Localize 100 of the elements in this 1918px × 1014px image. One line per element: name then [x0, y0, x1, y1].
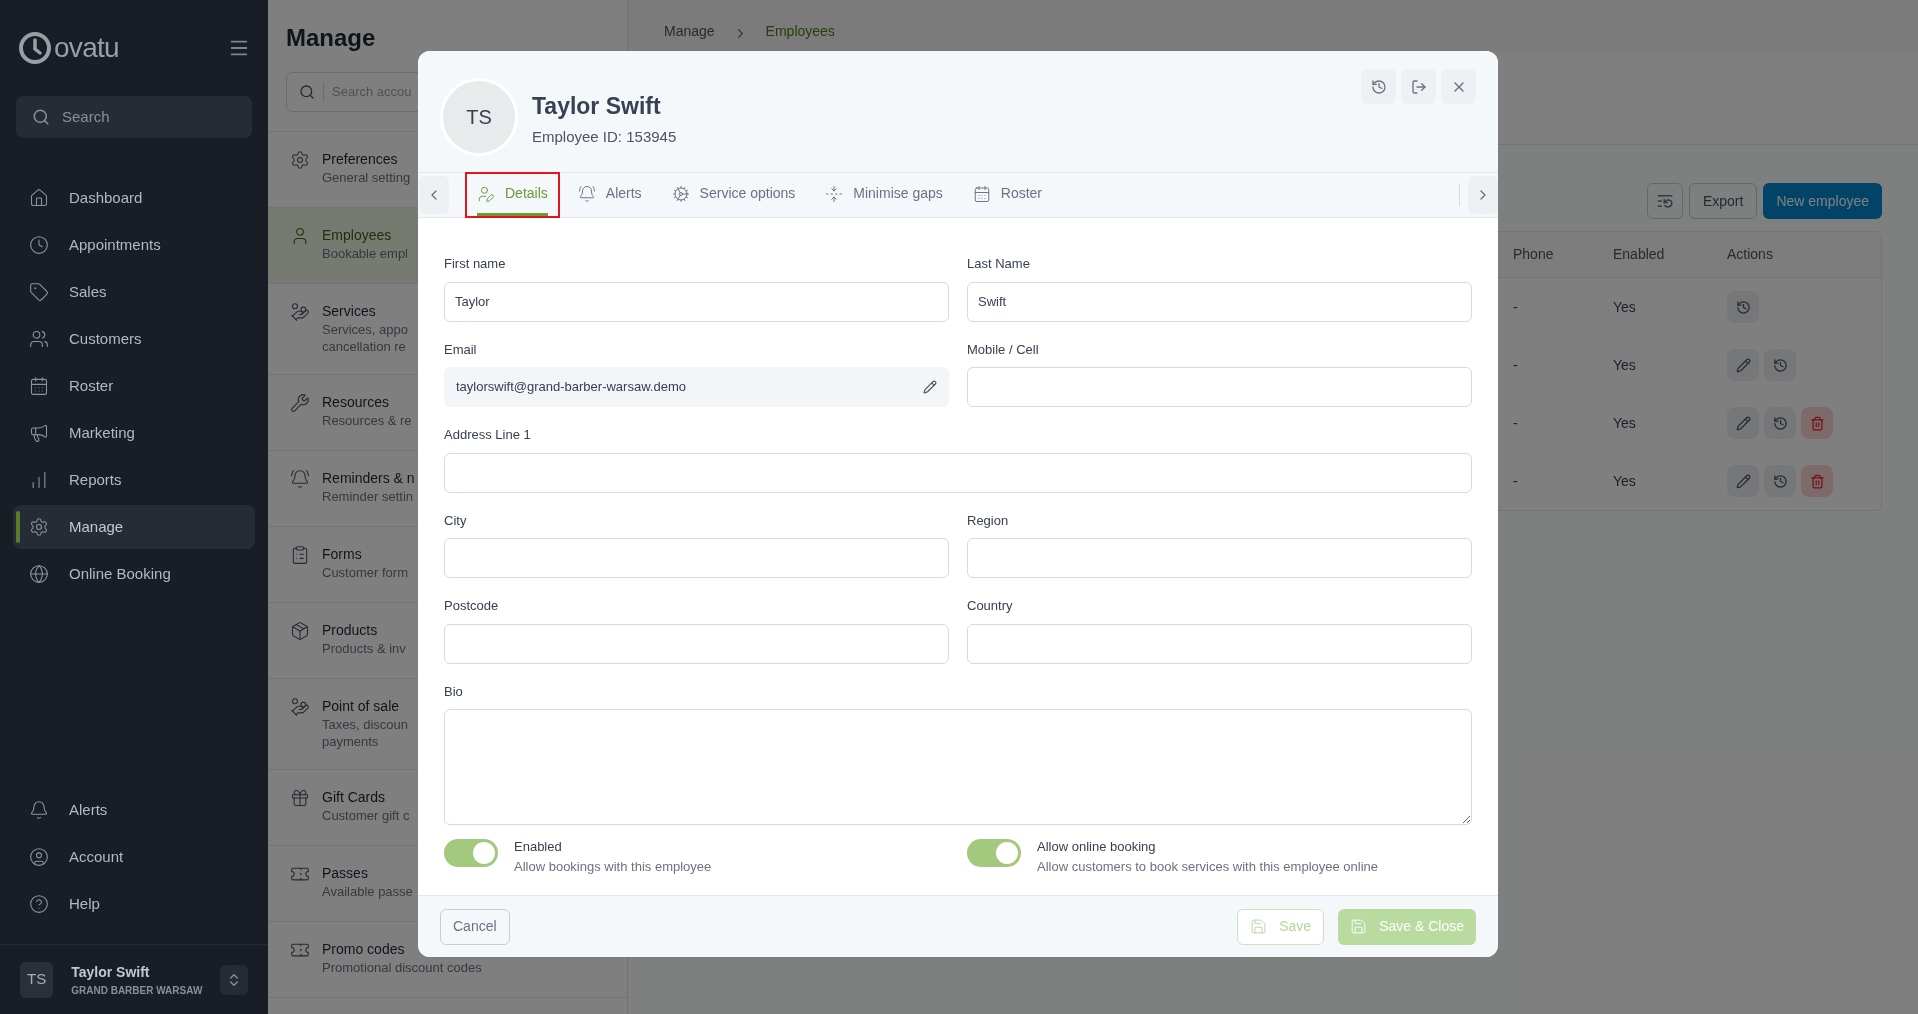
nav-item[interactable]: Alerts — [13, 788, 255, 832]
item-description: Available passe — [322, 883, 413, 900]
export-button[interactable]: Export — [1688, 183, 1758, 219]
search-icon — [32, 108, 50, 126]
input-field[interactable] — [967, 623, 1472, 664]
item-title: Products — [322, 621, 379, 640]
breadcrumb-current: Employees — [765, 22, 835, 41]
reorder-icon — [1655, 192, 1674, 210]
field-label: Country — [967, 597, 1014, 615]
history-icon — [1772, 415, 1788, 431]
item-title: Resources — [322, 393, 390, 412]
tab[interactable]: Service options — [659, 172, 808, 218]
search-field[interactable]: Search — [16, 96, 252, 138]
input-field[interactable]: Swift — [967, 281, 1472, 322]
bio-field[interactable] — [444, 709, 1472, 825]
nav-item[interactable]: Help — [13, 882, 255, 926]
house-icon — [29, 188, 49, 208]
nav-item[interactable]: Appointments — [13, 223, 255, 267]
pencil-icon[interactable] — [923, 380, 937, 394]
user-name: Taylor Swift — [71, 962, 151, 982]
item-description: payments — [322, 733, 380, 750]
search-icon — [299, 84, 315, 100]
email-field[interactable]: taylorswift@grand-barber-warsaw.demo — [444, 367, 949, 407]
help-icon — [29, 894, 49, 914]
tag-icon — [29, 282, 49, 302]
item-title: Reminders & n — [322, 469, 415, 488]
scroll-right-button[interactable] — [1468, 176, 1498, 214]
calendar-icon — [972, 184, 991, 203]
nav-item[interactable]: Account — [13, 835, 255, 879]
breadcrumb-link[interactable]: Manage — [664, 21, 715, 42]
nav-item[interactable]: Online Booking — [13, 552, 255, 596]
nav-item[interactable]: Manage — [13, 505, 255, 549]
megaphone-icon — [29, 423, 49, 443]
item-description: cancellation re — [322, 338, 407, 355]
gears-icon — [290, 150, 310, 170]
clock-logo-icon — [18, 31, 52, 65]
item-description: Customer form — [322, 564, 408, 581]
input-field[interactable] — [444, 452, 1472, 493]
gear-icon — [671, 184, 690, 203]
nav-item[interactable]: Roster — [13, 364, 255, 408]
nav-item[interactable]: Sales — [13, 270, 255, 314]
item-description: Bookable empl — [322, 245, 408, 262]
account-switch-button[interactable] — [220, 964, 248, 995]
pencil-icon — [1735, 415, 1751, 431]
clock-icon — [29, 235, 49, 255]
history-button[interactable] — [1361, 69, 1396, 104]
employee-id: Employee ID: 153945 — [532, 126, 678, 147]
item-description: Resources & re — [322, 412, 412, 429]
nav-item[interactable]: Reports — [13, 458, 255, 502]
delete-button[interactable] — [1801, 407, 1833, 439]
nav-item[interactable]: Marketing — [13, 411, 255, 455]
history-button[interactable] — [1764, 349, 1796, 381]
edit-button[interactable] — [1727, 465, 1759, 497]
tab[interactable]: Roster — [960, 172, 1055, 218]
input-field[interactable] — [967, 538, 1472, 578]
delete-button[interactable] — [1801, 465, 1833, 497]
reorder-button[interactable] — [1646, 183, 1683, 219]
hand-coins-icon — [290, 697, 310, 717]
item-description: General setting — [322, 169, 411, 186]
edit-button[interactable] — [1727, 407, 1759, 439]
tab[interactable]: Minimise gaps — [813, 172, 955, 218]
history-button[interactable] — [1727, 291, 1759, 323]
history-icon — [1772, 473, 1788, 489]
input-field[interactable] — [444, 538, 949, 578]
gift-icon — [290, 788, 310, 808]
history-button[interactable] — [1764, 465, 1796, 497]
exit-button[interactable] — [1401, 69, 1436, 104]
item-description: Reminder settin — [322, 488, 415, 505]
user-pen-icon — [477, 184, 495, 203]
item-title: Preferences — [322, 150, 399, 169]
scroll-left-button[interactable] — [419, 176, 449, 214]
toggle-label: Enabled — [514, 838, 563, 856]
globe-icon — [29, 564, 49, 584]
panel-title: Manage — [285, 23, 377, 53]
box-icon — [290, 621, 310, 641]
toggle-switch[interactable] — [444, 839, 498, 867]
input-field[interactable] — [967, 367, 1472, 407]
history-button[interactable] — [1764, 407, 1796, 439]
tab[interactable]: Alerts — [565, 172, 654, 218]
field-label: Last Name — [967, 255, 1031, 273]
toggle-switch[interactable] — [967, 839, 1021, 867]
column-header: Phone — [1513, 245, 1555, 264]
nav-item[interactable]: Dashboard — [13, 176, 255, 220]
tools-icon — [290, 393, 310, 413]
cancel-button[interactable]: Cancel — [440, 908, 510, 945]
item-description: Taxes, discoun — [322, 716, 408, 733]
field-label: City — [444, 511, 468, 530]
table-cell-text: Yes — [1613, 355, 1637, 375]
input-field[interactable]: Taylor — [444, 281, 949, 322]
field-label: Region — [967, 511, 1010, 530]
field-label: Email — [444, 340, 478, 359]
table-cell-text: Yes — [1613, 471, 1637, 491]
input-field[interactable] — [444, 623, 949, 664]
edit-button[interactable] — [1727, 349, 1759, 381]
table-cell-text: - — [1513, 413, 1519, 433]
toggle-description: Allow customers to book services with this employee online — [1037, 857, 1379, 876]
nav-item[interactable]: Customers — [13, 317, 255, 361]
history-icon — [1370, 78, 1387, 95]
close-button[interactable] — [1441, 69, 1476, 104]
item-title: Promo codes — [322, 940, 406, 959]
